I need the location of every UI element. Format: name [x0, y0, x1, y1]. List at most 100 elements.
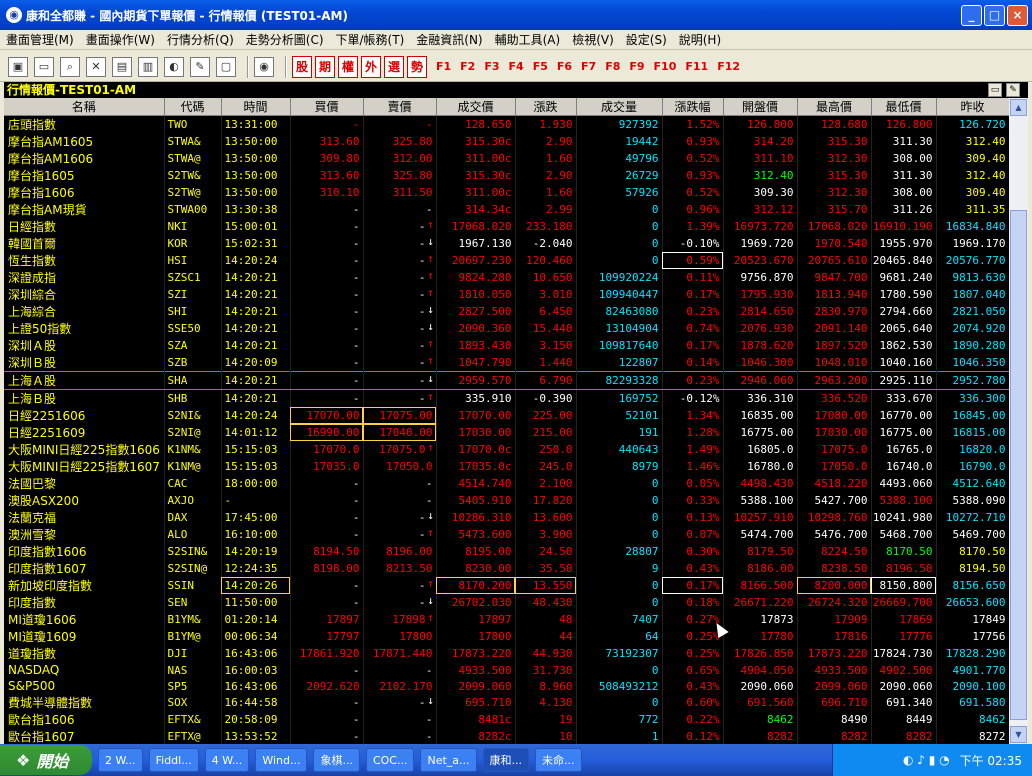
table-row[interactable]: 日經2251609 S2NI@ 14:01:12 16990.00 17040.00 17… — [4, 424, 1009, 441]
function-key[interactable]: F3 — [484, 60, 499, 73]
table-row[interactable]: S&P500 SP5 16:43:06 2092.620 2102.170 2099.06… — [4, 678, 1009, 694]
close-button[interactable]: × — [1007, 5, 1028, 26]
market-button[interactable]: 股 — [292, 55, 312, 78]
function-key[interactable]: F11 — [685, 60, 708, 73]
column-header[interactable]: 賣價 — [363, 98, 437, 116]
column-header[interactable]: 成交量 — [576, 98, 663, 116]
function-key[interactable]: F6 — [557, 60, 572, 73]
layout-icon[interactable]: ▣ — [8, 56, 28, 77]
table-row[interactable]: 印度指數1607 S2SIN@ 12:24:35 8198.00 8213.50 8230… — [4, 560, 1009, 577]
function-key[interactable]: F2 — [460, 60, 475, 73]
minimize-button[interactable]: _ — [961, 5, 982, 26]
column-header[interactable]: 成交價 — [436, 98, 516, 116]
table-row[interactable]: 上證50指數 SSE50 14:20:21- - ↓ 2090.360 15.440 1310… — [4, 320, 1009, 337]
close-window-icon[interactable]: ✕ — [86, 56, 106, 77]
table-row[interactable]: 深圳綜合 SZI 14:20:21- - ↑ 1810.050 3.010 109940447… — [4, 286, 1009, 303]
taskbar-task[interactable]: COC... — [365, 748, 415, 772]
table-row[interactable]: 印度指數1606 S2SIN& 14:20:19 8194.50 8196.00 8195… — [4, 543, 1009, 560]
menu-item[interactable]: 行情分析(Q) — [167, 31, 234, 48]
taskbar-task[interactable]: Net_a... — [420, 748, 477, 772]
table-row[interactable]: 上海綜合 SHI 14:20:21- - ↓ 2827.500 6.450 82463080 0… — [4, 303, 1009, 320]
table-row[interactable]: 摩台指AM1605 STWA& 13:50:00 313.60 325.80 315.30… — [4, 133, 1009, 150]
table-row[interactable]: 印度指數 SEN 11:50:00- - ↓ 26702.030 48.430 0 0.18% 2… — [4, 594, 1009, 611]
table-row[interactable]: 摩台指AM現貨 STWA00 13:30:38- -314.34c 2.99 0 0.96%… — [4, 201, 1009, 218]
column-header[interactable]: 漲跌幅 — [662, 98, 724, 116]
scroll-thumb[interactable] — [1010, 210, 1027, 720]
table-row[interactable]: 摩台指1605 S2TW& 13:50:00 313.60 325.80 315.30c 2… — [4, 167, 1009, 184]
table-row[interactable]: 新加坡印度指數 SSIN 14:20:26- - ↑ 8170.200 13.550 0 0.1… — [4, 577, 1009, 594]
function-key[interactable]: F12 — [717, 60, 740, 73]
logo-button-icon[interactable]: ◉ — [254, 56, 274, 77]
table-row[interactable]: NASDAQ NAS 16:00:03- -4933.500 31.730 0 0.65% 4… — [4, 662, 1009, 678]
column-header[interactable]: 名稱 — [4, 98, 165, 116]
column-header[interactable]: 開盤價 — [723, 98, 798, 116]
menu-item[interactable]: 說明(H) — [679, 31, 721, 48]
table-row[interactable]: 深圳Ａ股 SZA 14:20:21- - ↑ 1893.430 3.150 109817640… — [4, 337, 1009, 354]
table-row[interactable]: 歐台指1606 EFTX& 20:58:09- -8481c 19 772 0.22% 846… — [4, 711, 1009, 728]
function-key[interactable]: F5 — [533, 60, 548, 73]
table-row[interactable]: 上海Ａ股 SHA 14:20:21- - ↓ 2959.570 6.790 82293328 0… — [4, 371, 1009, 390]
table-row[interactable]: 日經2251606 S2NI& 14:20:24 17070.00 17075.00 17… — [4, 407, 1009, 424]
market-button[interactable]: 勢 — [407, 55, 427, 78]
taskbar-task[interactable]: 2 W... — [98, 748, 143, 772]
table-row[interactable]: 道瓊指數 DJI 16:43:06 17861.920 17871.440 17873.2… — [4, 645, 1009, 662]
split-icon[interactable]: ▥ — [138, 56, 158, 77]
table-row[interactable]: 法國巴黎 CAC 18:00:00- -4514.740 2.100 0 0.05% 4498… — [4, 475, 1009, 492]
table-row[interactable]: 摩台指AM1606 STWA@ 13:50:00 309.80 312.00 311.00… — [4, 150, 1009, 167]
start-button[interactable]: ❖ 開始 — [0, 745, 92, 775]
table-row[interactable]: 摩台指1606 S2TW@ 13:50:00 310.10 311.50 311.00c 1… — [4, 184, 1009, 201]
function-key[interactable]: F8 — [605, 60, 620, 73]
column-header[interactable]: 漲跌 — [515, 98, 577, 116]
taskbar-task[interactable]: 康和... — [482, 748, 530, 772]
function-key[interactable]: F9 — [629, 60, 644, 73]
menu-item[interactable]: 設定(S) — [626, 31, 667, 48]
column-header[interactable]: 昨收 — [936, 98, 1009, 116]
table-row[interactable]: MI道瓊1609 B1YM@ 00:06:34 17797 17800 17800 44 64… — [4, 628, 1009, 645]
vertical-scrollbar[interactable]: ▲ ▼ — [1009, 98, 1028, 744]
menu-item[interactable]: 檢視(V) — [572, 31, 614, 48]
restore-panel-icon[interactable]: ▭ — [988, 83, 1002, 97]
table-row[interactable]: 費城半導體指數 SOX 16:44:58- - ↓ 695.710 4.130 0 0.60% 6… — [4, 694, 1009, 711]
panel-menu-icon[interactable]: ✎ — [1006, 83, 1020, 97]
table-row[interactable]: 上海Ｂ股 SHB 14:20:21- - ↑ 335.910 -0.390 169752 -0.… — [4, 389, 1009, 407]
window-icon[interactable]: ▢ — [216, 56, 236, 77]
taskbar-task[interactable]: 未命... — [535, 748, 582, 772]
table-row[interactable]: 大阪MINI日經225指數1606 K1NM& 15:15:03 17070.0 170… — [4, 441, 1009, 458]
taskbar-task[interactable]: Fiddl... — [148, 748, 199, 772]
table-row[interactable]: 店頭指數 TWO 13:31:00- -128.650 1.930 927392 1.52%… — [4, 115, 1009, 133]
menu-item[interactable]: 畫面管理(M) — [6, 31, 74, 48]
column-header[interactable]: 時間 — [221, 98, 291, 116]
taskbar-task[interactable]: 象棋... — [313, 748, 360, 772]
function-key[interactable]: F1 — [436, 60, 451, 73]
menu-item[interactable]: 下單/帳務(T) — [336, 31, 405, 48]
menu-item[interactable]: 走勢分析圖(C) — [246, 31, 324, 48]
function-key[interactable]: F7 — [581, 60, 596, 73]
search-icon[interactable]: ⌕ — [60, 56, 80, 77]
function-key[interactable]: F4 — [509, 60, 524, 73]
menu-item[interactable]: 金融資訊(N) — [416, 31, 482, 48]
table-row[interactable]: 韓國首爾 KOR 15:02:31- - ↓ 1967.130 -2.040 0 -0.10% 1… — [4, 235, 1009, 252]
scroll-down-icon[interactable]: ▼ — [1010, 726, 1027, 743]
column-header[interactable]: 買價 — [290, 98, 364, 116]
taskbar-task[interactable]: 4 W... — [204, 748, 250, 772]
edit-icon[interactable]: ✎ — [190, 56, 210, 77]
table-row[interactable]: 深圳Ｂ股 SZB 14:20:09- - ↑ 1047.790 1.440 122807 0.1… — [4, 354, 1009, 372]
maximize-button[interactable]: □ — [984, 5, 1005, 26]
scroll-up-icon[interactable]: ▲ — [1010, 99, 1027, 116]
table-row[interactable]: 法蘭克福 DAX 17:45:00- - ↓ 10286.310 13.600 0 0.13% 1… — [4, 509, 1009, 526]
table-row[interactable]: 大阪MINI日經225指數1607 K1NM@ 15:15:03 17035.0 170… — [4, 458, 1009, 475]
function-key[interactable]: F10 — [654, 60, 677, 73]
table-row[interactable]: 日經指數 NKI 15:00:01- - ↑ 17068.020 233.180 0 1.39%… — [4, 218, 1009, 235]
column-header[interactable]: 代碼 — [164, 98, 222, 116]
menu-item[interactable]: 輔助工具(A) — [495, 31, 561, 48]
table-row[interactable]: 恆生指數 HSI 14:20:24- - ↑ 20697.230 120.460 0 0.59%… — [4, 252, 1009, 269]
market-button[interactable]: 外 — [361, 55, 381, 78]
market-button[interactable]: 選 — [384, 55, 404, 78]
monitor-icon[interactable]: ▭ — [34, 56, 54, 77]
settings-icon[interactable]: ◐ — [164, 56, 184, 77]
table-row[interactable]: 歐台指1607 EFTX@ 13:53:52- -8282c 10 1 0.12% 8282 8… — [4, 728, 1009, 744]
table-row[interactable]: 澳股ASX200 AXJO - - -5405.910 17.820 0 0.33% 5388.… — [4, 492, 1009, 509]
table-row[interactable]: MI道瓊1606 B1YM& 01:20:14 17897 17898 ↑ 17897 48 7… — [4, 611, 1009, 628]
menu-item[interactable]: 畫面操作(W) — [86, 31, 155, 48]
table-row[interactable]: 深證成指 SZSC1 14:20:21- - ↑ 9824.280 10.650 109920… — [4, 269, 1009, 286]
